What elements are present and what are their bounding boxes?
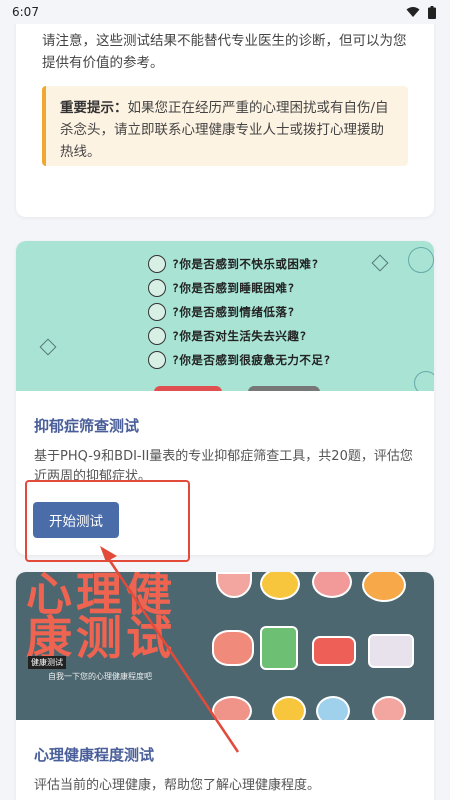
status-bar: 6:07	[0, 0, 450, 24]
annotation-arrow-icon	[100, 546, 240, 753]
status-icons	[406, 5, 436, 19]
wifi-icon	[406, 7, 420, 17]
status-time: 6:07	[12, 5, 39, 19]
battery-icon	[428, 5, 436, 19]
